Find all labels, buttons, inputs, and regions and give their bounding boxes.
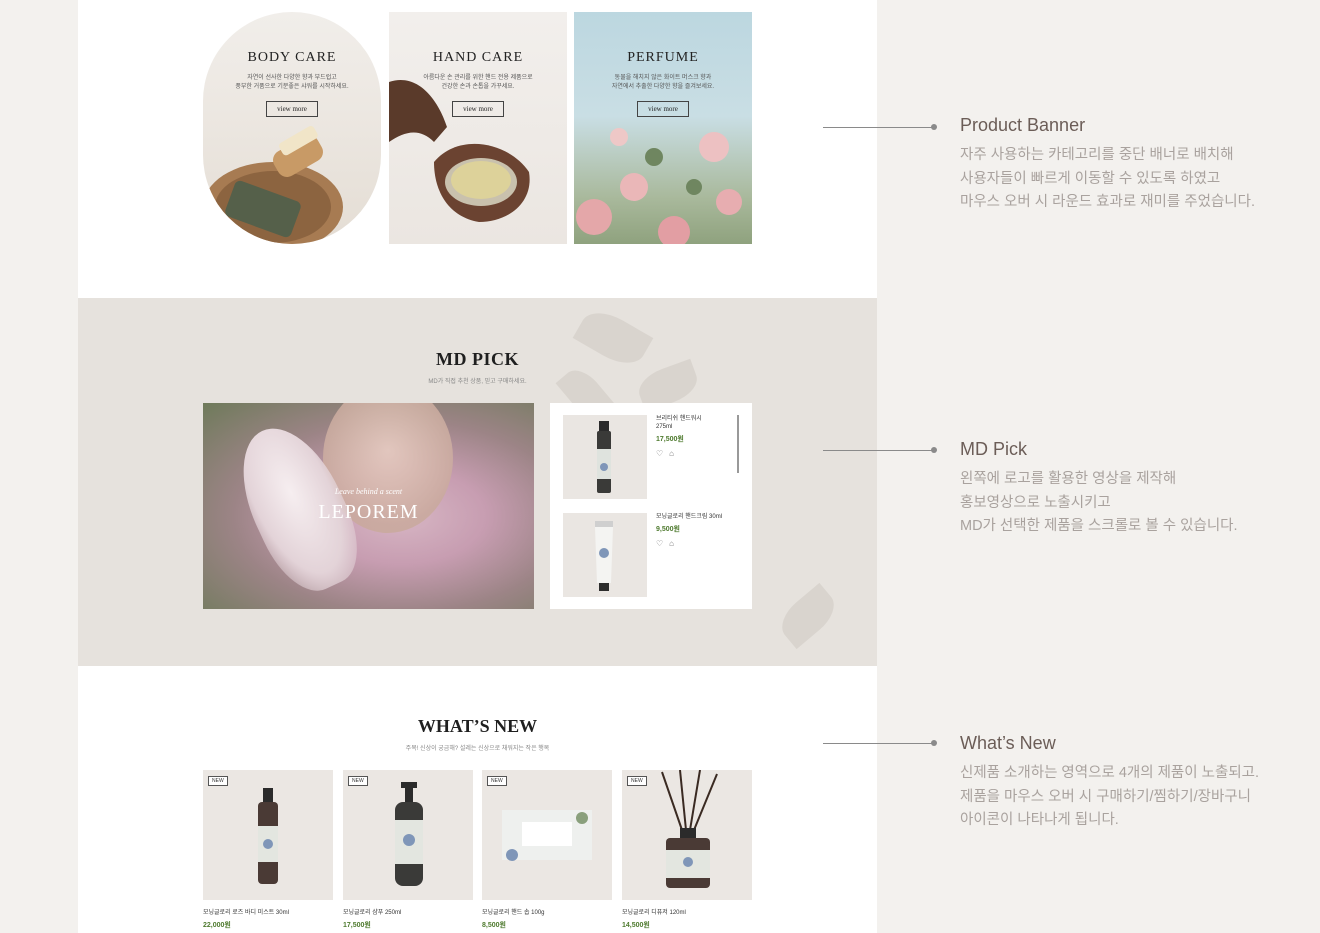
annotation-desc: 왼쪽에 로고를 활용한 영상을 제작해 홍보영상으로 노출시키고 MD가 선택한…: [960, 471, 1238, 534]
product-thumbnail[interactable]: [563, 513, 647, 597]
view-more-button[interactable]: view more: [266, 101, 318, 117]
roses-illustration: [576, 128, 742, 244]
banner-desc: 자연이 선사한 다양한 향과 부드럽고 풍부한 거품으로 기분좋은 샤워를 시작…: [235, 75, 349, 90]
hand-balm-illustration: [389, 80, 530, 222]
new-badge: NEW: [348, 776, 368, 786]
banner-desc: 동물을 해치지 않은 화이트 머스크 향과 자연에서 추출한 다양한 향을 즐겨…: [611, 75, 715, 90]
annotation-title: Product Banner: [960, 115, 1086, 135]
product-price: 17,500원: [343, 922, 371, 929]
product-name: 모닝글로리 디퓨저 120ml: [622, 910, 686, 916]
new-product-card[interactable]: NEW 모닝글로리 로즈 바디 미스트 30ml 22,000원: [203, 770, 333, 930]
product-price: 9,500원: [656, 526, 680, 533]
product-image[interactable]: NEW: [622, 769, 752, 900]
annotation-title: What’s New: [960, 733, 1056, 753]
product-image[interactable]: NEW: [482, 770, 612, 900]
product-name: 모닝글로리 샴푸 250ml: [343, 910, 402, 916]
product-price: 22,000원: [203, 922, 231, 929]
md-product-list[interactable]: 브리티쉬 핸드워시 275ml 17,500원 ♡ ⌂ 모닝글로리 핸드크림 3…: [550, 403, 752, 609]
handwash-bottle-image: [597, 421, 611, 493]
new-product-card[interactable]: NEW 모닝글로리 핸드 솝 100g 8,500원: [482, 770, 612, 930]
product-price: 17,500원: [656, 436, 684, 443]
whats-new-subtitle: 주목! 신상이 궁금해? 설레는 신상으로 채워지는 작은 행복: [405, 746, 550, 752]
banner-title: BODY CARE: [247, 50, 337, 65]
heart-icon[interactable]: ♡: [656, 449, 663, 458]
banner-perfume[interactable]: PERFUME 동물을 해치지 않은 화이트 머스크 향과 자연에서 추출한 다…: [574, 12, 752, 244]
product-image[interactable]: NEW: [203, 770, 333, 900]
list-scrollbar[interactable]: [737, 415, 739, 473]
site-mockup: BODY CARE 자연이 선사한 다양한 향과 부드럽고 풍부한 거품으로 기…: [78, 0, 877, 933]
product-name: 모닝글로리 로즈 바디 미스트 30ml: [203, 910, 289, 916]
view-more-button[interactable]: view more: [637, 101, 689, 117]
banner-title: HAND CARE: [432, 50, 524, 65]
md-product-item[interactable]: 모닝글로리 핸드크림 30ml 9,500원 ♡ ⌂: [563, 513, 733, 599]
soap-brush-illustration: [203, 126, 343, 244]
soap-box-image: [502, 810, 592, 861]
new-product-card[interactable]: NEW 모닝글로리 디퓨저 120ml 14,500원: [622, 769, 752, 930]
shopping-bag-icon[interactable]: ⌂: [669, 449, 674, 458]
promo-video[interactable]: Leave behind a scent LEPOREM: [203, 403, 534, 609]
banner-title: PERFUME: [627, 50, 699, 65]
view-more-button[interactable]: view more: [452, 101, 504, 117]
product-price: 8,500원: [482, 922, 506, 929]
product-price: 14,500원: [622, 922, 650, 929]
annotation-title: MD Pick: [960, 439, 1027, 459]
md-product-item[interactable]: 브리티쉬 핸드워시 275ml 17,500원 ♡ ⌂: [563, 415, 733, 501]
annotation-desc: 신제품 소개하는 영역으로 4개의 제품이 노출되고. 제품을 마우스 오버 시…: [960, 765, 1260, 828]
heart-icon[interactable]: ♡: [656, 539, 663, 548]
md-pick-title: MD PICK: [436, 349, 519, 369]
mist-bottle-image: [258, 788, 278, 884]
video-tagline: Leave behind a scent: [334, 487, 403, 496]
annotation-dot: [931, 124, 937, 130]
product-image[interactable]: NEW: [343, 770, 473, 900]
annotation-connector-line: [823, 127, 935, 128]
whats-new-title: WHAT’S NEW: [417, 716, 538, 736]
annotation-desc: 자주 사용하는 카테고리를 중단 배너로 배치해 사용자들이 빠르게 이동할 수…: [960, 147, 1255, 210]
leaf-shadow: [773, 582, 843, 650]
hand-cream-tube-image: [595, 521, 613, 591]
banner-body-care[interactable]: BODY CARE 자연이 선사한 다양한 향과 부드럽고 풍부한 거품으로 기…: [203, 12, 381, 244]
product-name: 브리티쉬 핸드워시 275ml: [656, 416, 702, 430]
new-badge: NEW: [627, 776, 647, 786]
new-product-card[interactable]: NEW 모닝글로리 샴푸 250ml 17,500원: [343, 770, 473, 930]
video-brand-logo: LEPOREM: [318, 501, 419, 523]
md-pick-subtitle: MD가 직접 추천 상품, 믿고 구매하세요.: [428, 379, 527, 385]
new-badge: NEW: [487, 776, 507, 786]
annotation-connector-line: [823, 450, 935, 451]
banner-hand-care[interactable]: HAND CARE 아름다운 손 관리를 위한 핸드 전용 제품으로 건강한 손…: [389, 12, 567, 244]
md-pick-section: MD PICK MD가 직접 추천 상품, 믿고 구매하세요. Leave be…: [78, 298, 877, 666]
diffuser-image: [661, 769, 718, 888]
product-name: 모닝글로리 핸드 솝 100g: [482, 910, 545, 916]
product-name: 모닝글로리 핸드크림 30ml: [656, 514, 723, 520]
annotation-connector-line: [823, 743, 935, 744]
new-badge: NEW: [208, 776, 228, 786]
annotation-dot: [931, 740, 937, 746]
product-thumbnail[interactable]: [563, 415, 647, 499]
annotation-dot: [931, 447, 937, 453]
shampoo-bottle-image: [395, 782, 423, 886]
banner-desc: 아름다운 손 관리를 위한 핸드 전용 제품으로 건강한 손과 손톱을 가꾸세요…: [423, 75, 533, 90]
shopping-bag-icon[interactable]: ⌂: [669, 539, 674, 548]
